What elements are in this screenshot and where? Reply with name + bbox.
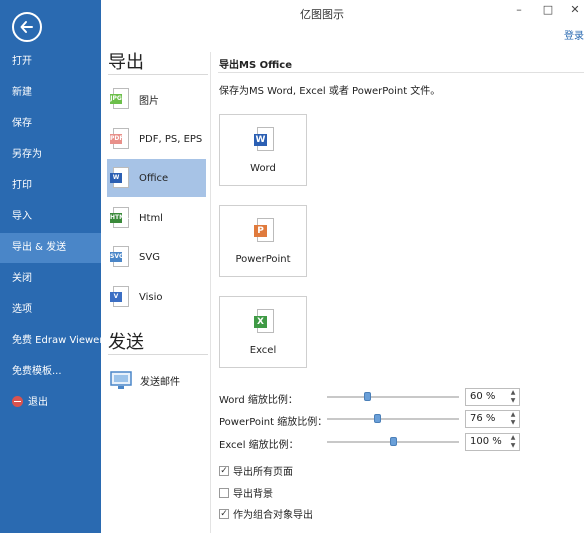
- menu-item-options[interactable]: 选项: [0, 295, 101, 325]
- divider: [108, 74, 208, 75]
- divider: [108, 354, 208, 355]
- option-label: 作为组合对象导出: [233, 510, 313, 521]
- divider: [218, 72, 584, 73]
- maximize-button[interactable]: □: [541, 3, 555, 16]
- column-divider: [210, 52, 211, 533]
- exit-icon: [12, 396, 23, 407]
- email-send-icon: [110, 371, 132, 389]
- format-label: PowerPoint: [235, 254, 291, 265]
- category-label: Office: [139, 172, 169, 184]
- category-svg[interactable]: SVG SVG: [107, 238, 206, 276]
- category-visio[interactable]: V Visio: [107, 278, 206, 316]
- menu-item-new[interactable]: 新建: [0, 78, 101, 108]
- export-powerpoint-button[interactable]: P PowerPoint: [219, 205, 307, 277]
- pdf-file-icon: PDF: [110, 127, 129, 151]
- category-label: SVG: [139, 251, 160, 263]
- menu-item-import[interactable]: 导入: [0, 202, 101, 232]
- spin-arrows-icon[interactable]: ▲ ▼: [509, 411, 517, 427]
- category-label: Visio: [139, 291, 163, 303]
- menu-item-close[interactable]: 关闭: [0, 264, 101, 294]
- close-button[interactable]: ✕: [568, 3, 582, 16]
- format-label: Excel: [249, 345, 277, 356]
- panel-description: 保存为MS Word, Excel 或者 PowerPoint 文件。: [219, 86, 441, 97]
- html-file-icon: HTML: [110, 206, 129, 230]
- powerpoint-zoom-label: PowerPoint 缩放比例：: [219, 417, 328, 428]
- spin-arrows-icon[interactable]: ▲ ▼: [509, 389, 517, 405]
- word-zoom-label: Word 缩放比例：: [219, 395, 298, 406]
- export-word-button[interactable]: W Word: [219, 114, 307, 186]
- word-zoom-spinbox[interactable]: 60 % ▲ ▼: [465, 388, 520, 406]
- arrow-left-icon: [20, 21, 33, 33]
- word-file-icon: W: [110, 166, 129, 190]
- powerpoint-zoom-value: 76 %: [470, 413, 496, 424]
- excel-zoom-spinbox[interactable]: 100 % ▲ ▼: [465, 433, 520, 451]
- login-link[interactable]: 登录: [564, 27, 584, 42]
- category-label: PDF, PS, EPS: [139, 133, 203, 145]
- window-title: 亿图图示: [300, 8, 344, 21]
- excel-zoom-label: Excel 缩放比例：: [219, 440, 299, 451]
- excel-zoom-slider[interactable]: [327, 437, 459, 447]
- powerpoint-zoom-slider[interactable]: [327, 414, 459, 424]
- back-button[interactable]: [12, 12, 42, 42]
- export-as-group-option[interactable]: ✓ 作为组合对象导出: [219, 506, 313, 521]
- visio-file-icon: V: [110, 285, 129, 309]
- category-label: Html: [139, 212, 163, 224]
- minimize-button[interactable]: –: [512, 3, 526, 16]
- format-label: Word: [250, 163, 276, 174]
- svg-file-icon: SVG: [110, 245, 129, 269]
- powerpoint-zoom-spinbox[interactable]: 76 % ▲ ▼: [465, 410, 520, 428]
- menu-item-exit[interactable]: 退出: [0, 388, 101, 418]
- export-background-option[interactable]: 导出背景: [219, 485, 273, 500]
- category-pdf[interactable]: PDF PDF, PS, EPS: [107, 120, 206, 158]
- export-all-pages-option[interactable]: ✓ 导出所有页面: [219, 463, 293, 478]
- spin-arrows-icon[interactable]: ▲ ▼: [509, 434, 517, 450]
- word-icon: W: [254, 127, 274, 153]
- panel-title: 导出MS Office: [219, 60, 292, 71]
- word-zoom-value: 60 %: [470, 391, 496, 402]
- category-label: 图片: [139, 95, 159, 107]
- powerpoint-icon: P: [254, 218, 274, 244]
- checkbox[interactable]: ✓: [219, 508, 229, 519]
- export-excel-button[interactable]: X Excel: [219, 296, 307, 368]
- excel-zoom-value: 100 %: [470, 436, 502, 447]
- menu-item-export-send[interactable]: 导出 & 发送: [0, 233, 101, 263]
- menu-item-exit-label: 退出: [28, 397, 48, 408]
- send-email-label: 发送邮件: [140, 376, 180, 388]
- option-label: 导出背景: [233, 489, 273, 500]
- checkbox[interactable]: [219, 487, 229, 498]
- backstage-sidebar: 打开 新建 保存 另存为 打印 导入 导出 & 发送 关闭 选项 免费 Edra…: [0, 0, 101, 533]
- menu-item-save-as[interactable]: 另存为: [0, 140, 101, 170]
- category-office[interactable]: W Office: [107, 159, 206, 197]
- jpg-file-icon: JPG: [110, 87, 129, 111]
- word-zoom-slider[interactable]: [327, 392, 459, 402]
- menu-item-edraw-viewer[interactable]: 免费 Edraw Viewer: [0, 326, 101, 356]
- category-image[interactable]: JPG 图片: [107, 80, 206, 118]
- send-email-item[interactable]: 发送邮件: [107, 361, 206, 399]
- option-label: 导出所有页面: [233, 467, 293, 478]
- export-heading: 导出: [108, 52, 144, 73]
- menu-item-templates[interactable]: 免费模板...: [0, 357, 101, 387]
- send-heading: 发送: [108, 332, 144, 353]
- menu-item-save[interactable]: 保存: [0, 109, 101, 139]
- menu-item-open[interactable]: 打开: [0, 47, 101, 77]
- menu-item-print[interactable]: 打印: [0, 171, 101, 201]
- excel-icon: X: [254, 309, 274, 335]
- category-html[interactable]: HTML Html: [107, 199, 206, 237]
- checkbox[interactable]: ✓: [219, 465, 229, 476]
